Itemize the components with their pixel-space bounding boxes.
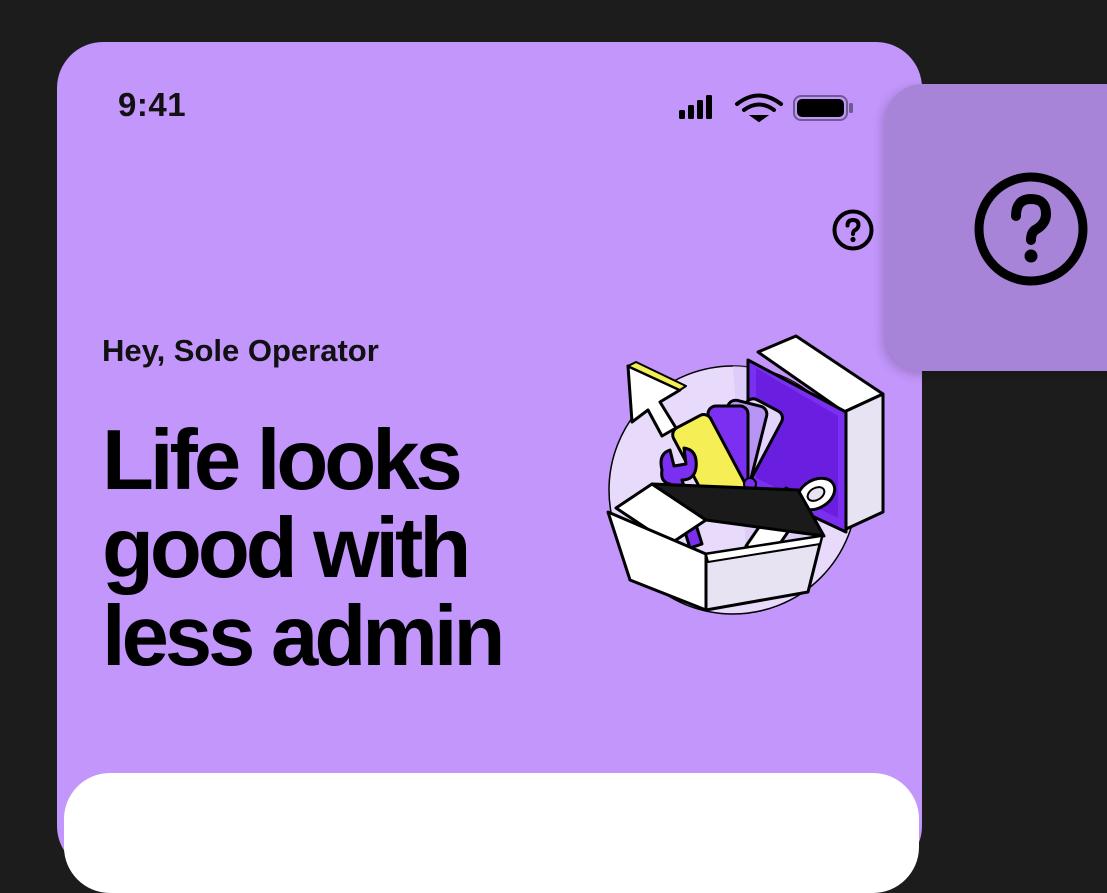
greeting-text: Hey, Sole Operator <box>102 333 379 368</box>
content-card <box>64 773 919 893</box>
wifi-icon <box>735 93 783 123</box>
headline-line: Life looks <box>102 413 463 508</box>
help-button-enlarged[interactable] <box>972 170 1090 288</box>
status-icons <box>679 93 853 123</box>
help-button[interactable] <box>831 208 875 252</box>
question-circle-icon <box>832 209 874 251</box>
question-circle-icon <box>974 172 1088 286</box>
battery-icon <box>793 95 853 121</box>
status-time: 9:41 <box>118 86 187 123</box>
signal-icon <box>679 95 712 119</box>
headline-line: less admin <box>102 589 505 684</box>
hero-headline: Life looks good with less admin <box>102 417 622 681</box>
admin-toolbox-illustration <box>606 334 885 615</box>
headline-line: good with <box>102 501 471 596</box>
